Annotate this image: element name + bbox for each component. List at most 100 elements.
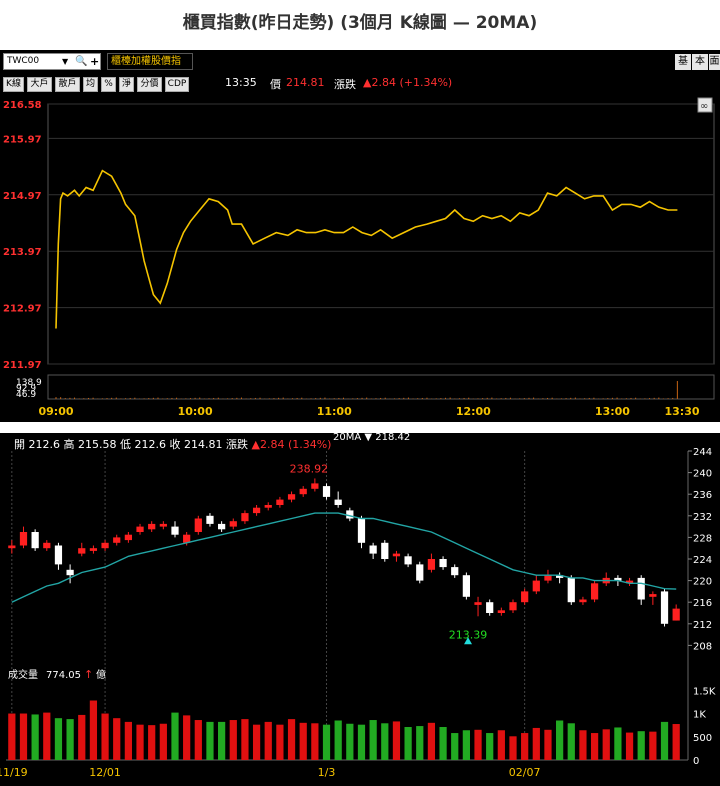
index-name: 櫃檯加權股價指 [107, 53, 193, 70]
volume-bar [252, 724, 261, 760]
volume-bar [497, 730, 505, 760]
candle-body [31, 532, 39, 549]
candle-body [299, 488, 307, 495]
price-dist-button[interactable]: 分價 [137, 77, 162, 92]
cdp-button[interactable]: CDP [165, 77, 189, 92]
fundamental-button-2[interactable]: 本 [692, 54, 708, 70]
volume-bar [556, 720, 564, 760]
candle-body [369, 545, 377, 554]
candle-body [276, 499, 284, 505]
volume-bar [439, 727, 447, 760]
percent-button[interactable]: % [101, 77, 116, 92]
close-label: 收 [169, 438, 181, 451]
add-icon[interactable]: + [90, 54, 99, 69]
volume-bar [322, 724, 331, 760]
volume-bar [31, 714, 39, 760]
time-tick-label: 12:00 [456, 405, 491, 418]
volume-tick-label: 0 [693, 756, 699, 767]
time-tick-label: 09:00 [38, 405, 73, 418]
candle-body [194, 518, 202, 532]
time-tick-label: 13:30 [664, 405, 699, 418]
chg-label: 漲跌 [226, 438, 248, 451]
candle-body [101, 542, 109, 549]
candle-body [404, 556, 412, 565]
volume-bar [451, 733, 459, 760]
volume-bar [276, 724, 284, 760]
toolbar: TWC00 ▼ 🔍 + 櫃檯加權股價指 K線 大戶 散戶 均 % 淨 分價 CD… [0, 50, 720, 96]
change-label: 漲跌 [334, 78, 356, 91]
price-tick-label: 240 [693, 469, 712, 480]
candle-body [381, 542, 389, 559]
volume-bar [590, 733, 599, 760]
kline-button[interactable]: K線 [3, 77, 24, 92]
volume-tick-label: 1K [693, 710, 706, 721]
chg-value: ▲2.84 (1.34%) [251, 438, 332, 451]
volume-bar [625, 732, 634, 760]
price-tick-label: 215.97 [3, 134, 42, 145]
volume-bar [416, 726, 424, 760]
volume-bar [113, 718, 121, 760]
volume-up-arrow-icon: ↑ [84, 668, 93, 681]
price-tick-label: 214.97 [3, 191, 42, 202]
intraday-chart: 216.58215.97214.97213.97212.97211.97138.… [3, 97, 715, 418]
date-tick-label: 1/3 [318, 766, 336, 779]
fundamental-button-1[interactable]: 基 [675, 54, 691, 70]
daily-panel: 244 240 236 232 228 224 220 216 212 208 1.5K 1K 500 0… [0, 432, 720, 786]
volume-bar [462, 730, 470, 760]
volume-bar [66, 719, 74, 760]
search-icon[interactable]: 🔍 [75, 54, 87, 69]
retail-button[interactable]: 散戶 [55, 77, 80, 92]
volume-value: 774.05 [46, 670, 81, 681]
volume-bar [287, 719, 296, 760]
price-label: 價 [270, 78, 281, 91]
high-value: 215.58 [78, 438, 117, 451]
volume-bar [602, 729, 610, 760]
candle-body [660, 591, 669, 624]
open-label: 開 [14, 438, 25, 451]
price-line [55, 169, 678, 329]
volume-bar [649, 731, 657, 760]
daily-chart: 244 240 236 232 228 224 220 216 212 208 1.5K 1K 500 0… [0, 447, 716, 779]
volume-tick-label: 1.5K [693, 686, 716, 697]
time-tick-label: 13:00 [595, 405, 630, 418]
volume-bar [241, 719, 249, 760]
volume-bar [404, 727, 412, 760]
symbol-input[interactable]: TWC00 ▼ 🔍 + [3, 53, 101, 70]
fundamental-button-3[interactable]: 面 [709, 54, 720, 70]
price-value: 214.81 [286, 76, 325, 89]
candle-body [148, 523, 156, 530]
high-label: 高 [63, 438, 75, 451]
candle-body [264, 505, 272, 508]
high-annotation: 238.92 [290, 462, 329, 475]
candle-body [136, 526, 144, 532]
volume-bar [206, 721, 214, 760]
candle-body [427, 559, 436, 570]
dropdown-arrow-icon[interactable]: ▼ [62, 54, 68, 69]
candle-body [218, 523, 226, 530]
price-tick-label: 232 [693, 512, 712, 523]
candle-body [637, 577, 645, 600]
open-value: 212.6 [28, 438, 61, 451]
volume-unit: 億 [96, 668, 106, 681]
net-button[interactable]: 淨 [119, 77, 134, 92]
major-holder-button[interactable]: 大戶 [27, 77, 52, 92]
quote-time: 13:35 [225, 76, 257, 89]
candle-body [206, 515, 214, 524]
low-label: 低 [120, 438, 131, 451]
candle-body [311, 483, 319, 489]
volume-bar [43, 712, 51, 760]
price-tick-label: 208 [693, 641, 712, 652]
average-button[interactable]: 均 [83, 77, 98, 92]
volume-bar [346, 723, 354, 760]
volume-bar [264, 721, 272, 760]
volume-bar [544, 729, 552, 760]
volume-bar [427, 722, 436, 760]
candle-body [229, 521, 237, 527]
volume-bar [660, 721, 669, 760]
candle-body [544, 575, 552, 581]
volume-bar [637, 731, 645, 760]
candle-body [486, 602, 494, 613]
price-tick-label: 228 [693, 533, 712, 544]
close-value: 214.81 [184, 438, 223, 451]
candle-body [171, 526, 179, 535]
